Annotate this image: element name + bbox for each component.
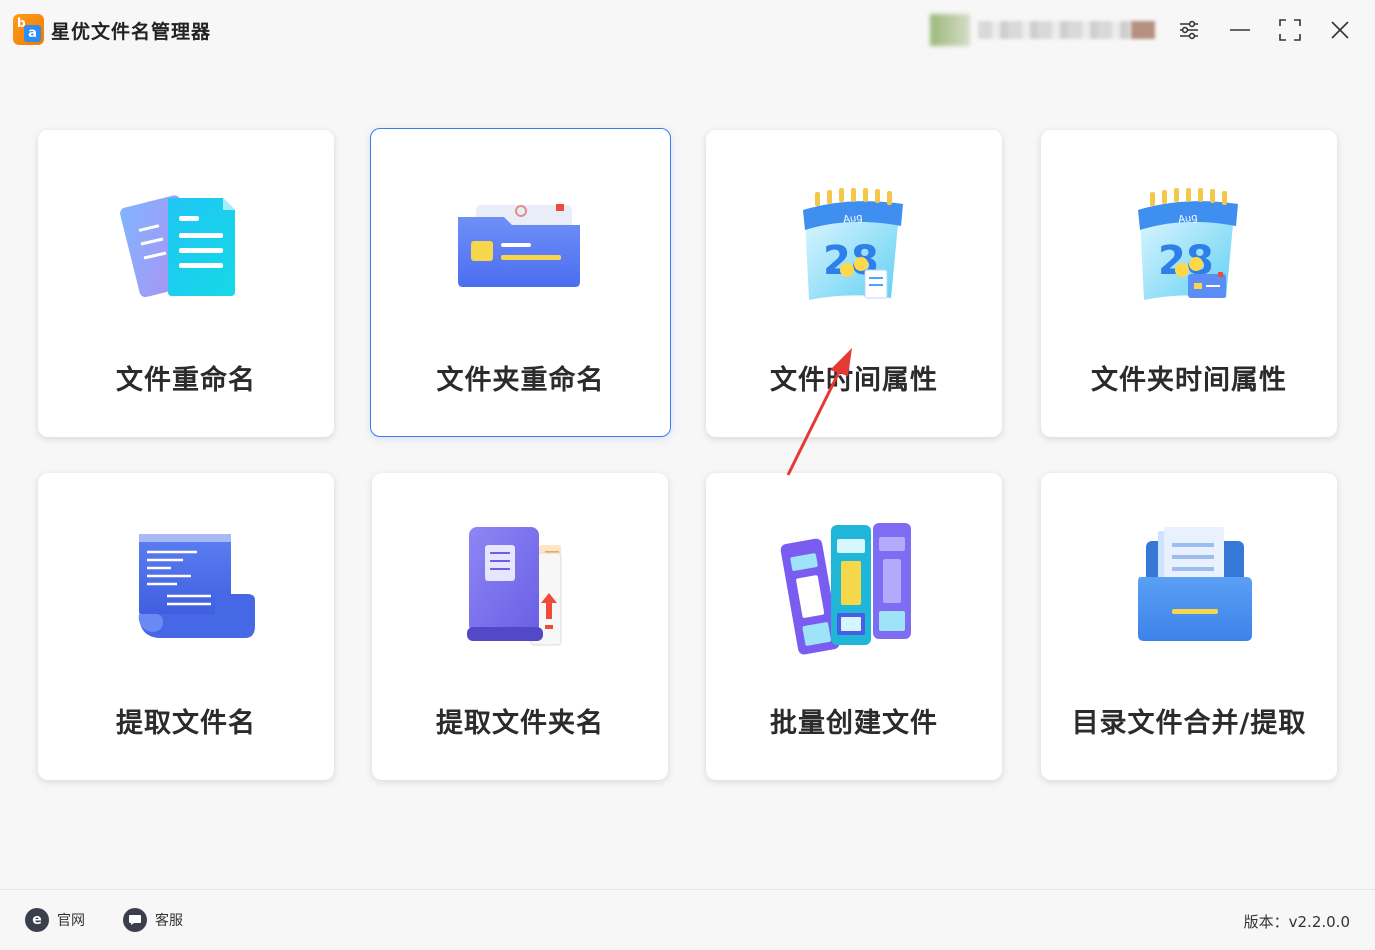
- card-label: 批量创建文件: [770, 708, 938, 739]
- user-name-blurred: [978, 21, 1131, 39]
- app-title: 星优文件名管理器: [51, 21, 212, 43]
- calendar-icon: Aug 28: [779, 188, 929, 308]
- app-logo: b a: [13, 14, 44, 45]
- support-link[interactable]: 客服: [123, 908, 183, 932]
- card-label: 目录文件合并/提取: [1071, 708, 1307, 739]
- card-label: 文件重命名: [116, 365, 256, 396]
- footer: e 官网 客服 版本：v2.2.0.0: [0, 889, 1375, 950]
- user-account[interactable]: [930, 14, 1155, 46]
- card-label: 提取文件夹名: [436, 708, 604, 739]
- support-label: 客服: [155, 913, 183, 929]
- minimize-icon: [1230, 29, 1250, 31]
- card-label: 文件夹时间属性: [1091, 365, 1287, 396]
- card-extract-filename[interactable]: 提取文件名: [38, 473, 334, 780]
- folder-extract-icon: [445, 523, 595, 646]
- card-file-rename[interactable]: 文件重命名: [38, 130, 334, 437]
- card-folder-time-attribute[interactable]: Aug 28 文件夹时间属性: [1041, 130, 1337, 437]
- card-label: 提取文件名: [116, 708, 256, 739]
- website-link[interactable]: e 官网: [25, 908, 85, 932]
- title-bar: b a 星优文件名管理器: [0, 0, 1375, 62]
- avatar: [930, 14, 970, 46]
- settings-button[interactable]: [1174, 15, 1204, 45]
- maximize-icon: [1279, 19, 1301, 41]
- app-logo-letter-a: a: [24, 25, 41, 42]
- version-text: 版本：v2.2.0.0: [1243, 913, 1350, 931]
- ie-icon: e: [25, 908, 49, 932]
- sliders-icon: [1180, 20, 1198, 40]
- website-label: 官网: [57, 913, 85, 929]
- card-label: 文件时间属性: [770, 365, 938, 396]
- calendar-folder-icon: Aug 28: [1114, 188, 1264, 308]
- document-scroll-icon: [111, 528, 261, 648]
- card-extract-foldername[interactable]: 提取文件夹名: [372, 473, 668, 780]
- chat-icon: [123, 908, 147, 932]
- drawer-folder-icon: [1114, 523, 1264, 643]
- binders-icon: [779, 515, 929, 655]
- file-rename-icon: [111, 188, 261, 308]
- user-badge-blurred: [1131, 21, 1155, 39]
- close-button[interactable]: [1325, 15, 1355, 45]
- minimize-button[interactable]: [1225, 15, 1255, 45]
- folder-rename-icon: [446, 187, 596, 307]
- card-batch-create-files[interactable]: 批量创建文件: [706, 473, 1002, 780]
- card-directory-merge-extract[interactable]: 目录文件合并/提取: [1041, 473, 1337, 780]
- card-label: 文件夹重命名: [436, 365, 605, 396]
- card-file-time-attribute[interactable]: Aug 28 文件时间属性: [706, 130, 1002, 437]
- card-folder-rename[interactable]: 文件夹重命名: [370, 128, 671, 437]
- close-icon: [1331, 21, 1349, 39]
- maximize-button[interactable]: [1275, 15, 1305, 45]
